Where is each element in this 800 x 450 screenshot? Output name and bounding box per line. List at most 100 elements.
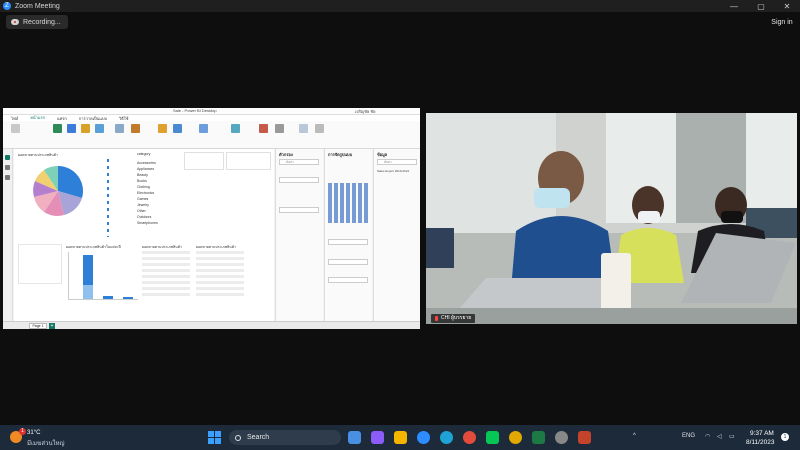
category-slicer[interactable]: Accessories Appliances Beauty Books Clot… (137, 161, 177, 231)
search-icon (235, 434, 241, 441)
sign-in-button[interactable]: Sign in (768, 15, 796, 29)
clock-time[interactable]: 9:37 AM (750, 430, 774, 437)
edge-icon[interactable] (440, 431, 453, 444)
table2-title: ยอดขายตามประเภทสินค้า (196, 245, 237, 249)
weather-temperature[interactable]: 31°C (27, 430, 40, 436)
weather-description[interactable]: มีเมฆส่วนใหญ่ (27, 438, 65, 448)
pie-chart[interactable] (32, 165, 84, 217)
card-visual[interactable] (226, 152, 271, 170)
slicer-item[interactable]: Other (137, 209, 146, 213)
task-view-icon[interactable] (348, 431, 361, 444)
slicer-item[interactable]: Smartphones (137, 221, 158, 225)
bar-chart[interactable] (68, 252, 138, 300)
small-table-visual[interactable] (18, 244, 62, 284)
windows-start-icon[interactable] (208, 431, 221, 444)
data-pane: ข้อมูล ค้นหา Sales Export 2019-2021 (373, 149, 420, 321)
sensitivity-icon[interactable] (299, 124, 308, 133)
recording-label: Recording... (23, 18, 61, 26)
language-indicator[interactable]: ENG (682, 433, 695, 439)
page-tab[interactable]: Page 1 (29, 323, 47, 329)
slicer-item[interactable]: Outdoors (137, 215, 151, 219)
maximize-button[interactable]: ▢ (748, 0, 774, 12)
participant-video[interactable]: CHI ผู้บรรยาย (426, 113, 797, 324)
filter-well[interactable] (279, 207, 319, 213)
slicer-item[interactable]: Clothing (137, 185, 150, 189)
data-pane-title: ข้อมูล (377, 152, 388, 157)
dataverse-icon[interactable] (115, 124, 124, 133)
card-visual[interactable] (184, 152, 224, 170)
slicer-item[interactable]: Electronics (137, 191, 154, 195)
viz-pane-title: การจัดรูปแบบ (328, 152, 353, 157)
add-page-button[interactable]: + (49, 323, 55, 329)
new-measure-icon[interactable] (259, 124, 268, 133)
powerpoint-icon[interactable] (578, 431, 591, 444)
enter-data-icon[interactable] (95, 124, 104, 133)
slicer-item[interactable]: Beauty (137, 173, 148, 177)
tray-chevron-icon[interactable]: ^ (633, 433, 636, 439)
chrome-icon[interactable] (463, 431, 476, 444)
pie-legend (107, 159, 135, 239)
excel-icon[interactable] (53, 124, 62, 133)
teams-icon[interactable] (371, 431, 384, 444)
wifi-icon[interactable]: ◠ (705, 433, 710, 440)
publish-icon[interactable] (315, 124, 324, 133)
slicer-item[interactable]: Appliances (137, 167, 154, 171)
video-frame (426, 113, 797, 324)
new-visual-icon[interactable] (199, 124, 208, 133)
bar-chart-title: ยอดขายตามประเภทสินค้าในแต่ละปี (66, 245, 121, 249)
filters-pane-title: ตัวกรอง (279, 152, 293, 157)
filter-well[interactable] (279, 177, 319, 183)
cross-report-toggle[interactable] (328, 277, 368, 283)
battery-icon[interactable]: ▭ (729, 433, 735, 440)
recording-indicator[interactable]: Recording... (6, 15, 68, 29)
refresh-icon[interactable] (173, 124, 182, 133)
slicer-item[interactable]: Jewelry (137, 203, 149, 207)
model-view-icon[interactable] (5, 175, 10, 180)
paste-icon[interactable] (11, 124, 20, 133)
drillthrough-well[interactable] (328, 259, 368, 265)
recent-sources-icon[interactable] (131, 124, 140, 133)
window-title: Zoom Meeting (15, 2, 60, 10)
values-well[interactable] (328, 239, 368, 245)
pie-chart-title: ยอดขายตามประเภทสินค้า (18, 153, 59, 157)
excel-taskbar-icon[interactable] (532, 431, 545, 444)
data-table-item[interactable]: Sales Export 2019-2021 (377, 169, 409, 173)
bar[interactable] (103, 296, 113, 299)
data-search-input[interactable]: ค้นหา (377, 159, 417, 165)
table2[interactable] (196, 251, 244, 297)
slicer-item[interactable]: Books (137, 179, 147, 183)
bar[interactable] (123, 297, 133, 299)
line-icon[interactable] (486, 431, 499, 444)
taskbar-search-label: Search (247, 434, 270, 441)
zoom-taskbar-icon[interactable] (417, 431, 430, 444)
participant-name: CHI ผู้บรรยาย (441, 315, 472, 321)
muted-mic-icon (435, 316, 438, 321)
transform-data-icon[interactable] (158, 124, 167, 133)
chrome-profile-icon[interactable] (509, 431, 522, 444)
quick-measure-icon[interactable] (275, 124, 284, 133)
slicer-item[interactable]: Games (137, 197, 148, 201)
filters-pane: ตัวกรอง ค้นหา (275, 149, 323, 321)
report-canvas[interactable]: ยอดขายตามประเภทสินค้า category Accessori… (14, 149, 274, 321)
file-explorer-icon[interactable] (394, 431, 407, 444)
notification-badge[interactable]: 1 (781, 433, 789, 441)
text-box-icon[interactable] (231, 124, 240, 133)
slicer-title: category (137, 152, 151, 156)
filters-search-input[interactable]: ค้นหา (279, 159, 319, 165)
volume-icon[interactable]: ◁ (717, 433, 722, 440)
clock-date[interactable]: 8/11/2023 (746, 439, 774, 446)
pbi-user-name: เจริญชัย ชัย (355, 109, 376, 114)
report-view-icon[interactable] (5, 155, 10, 160)
taskbar-search[interactable]: Search (229, 430, 341, 445)
slicer-item[interactable]: Accessories (137, 161, 156, 165)
close-button[interactable]: ✕ (774, 0, 800, 12)
bar[interactable] (83, 285, 93, 299)
sql-icon[interactable] (81, 124, 90, 133)
table1[interactable] (142, 251, 190, 297)
table-view-icon[interactable] (5, 165, 10, 170)
app-icon[interactable] (555, 431, 568, 444)
visual-type-gallery[interactable] (328, 183, 370, 223)
minimize-button[interactable]: — (721, 0, 747, 12)
data-hub-icon[interactable] (67, 124, 76, 133)
table1-title: ยอดขายตามประเภทสินค้า (142, 245, 183, 249)
